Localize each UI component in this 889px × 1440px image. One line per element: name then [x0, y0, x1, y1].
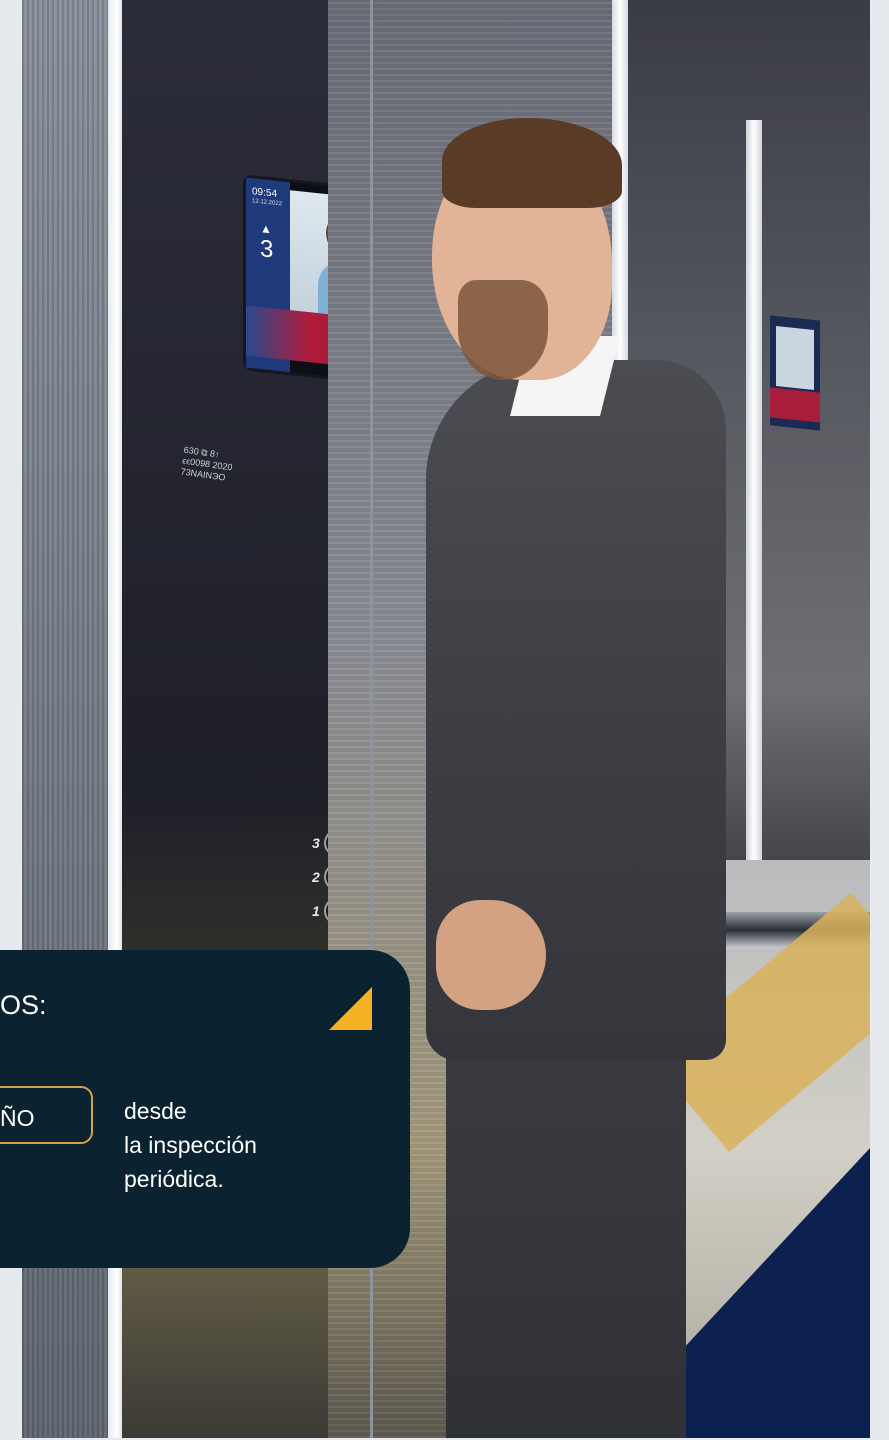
pill-text: ÑO	[0, 1105, 35, 1131]
reflection-video	[776, 326, 814, 390]
screen-date: 12.12.2022	[252, 198, 283, 208]
info-card: OS: ÑO desde la inspección periódica.	[0, 950, 410, 1268]
up-arrow-icon: ▲	[260, 221, 272, 237]
mirror-reflection-screen	[770, 315, 820, 431]
floor-button-label: 1	[312, 903, 320, 919]
floor-button-label: 2	[312, 869, 320, 885]
card-heading: OS:	[0, 990, 47, 1020]
floor-number: 3	[260, 235, 274, 264]
reflection-banner	[770, 387, 820, 423]
man-beard	[458, 280, 548, 380]
man-hair	[442, 118, 622, 208]
yellow-corner-icon	[329, 987, 372, 1030]
card-description: desde la inspección periódica.	[124, 1098, 257, 1192]
mirror-light-strip	[746, 120, 762, 860]
man-hand	[436, 900, 546, 1010]
panel-certificate-text: 630 ⧉ 8↑ ϵϵ0098 2020 73NAINЭO	[180, 444, 234, 483]
floor-button-label: 3	[312, 835, 320, 851]
man-legs	[446, 1000, 686, 1438]
